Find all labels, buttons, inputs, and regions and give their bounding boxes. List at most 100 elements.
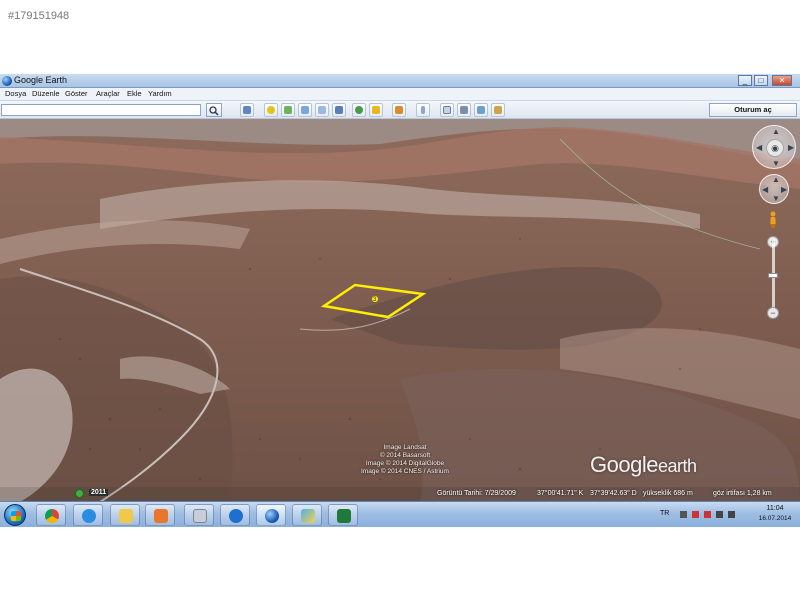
taskbar-google-earth[interactable] xyxy=(256,504,286,526)
look-control[interactable]: ◉ ▲ ◀ ▶ ▼ xyxy=(752,125,796,169)
google-earth-window: Google Earth _ □ ✕ Dosya Düzenle Göster … xyxy=(0,74,800,527)
longitude: 37°39'42.63" D xyxy=(590,490,637,497)
look-down-icon[interactable]: ▼ xyxy=(772,159,780,168)
look-right-icon[interactable]: ▶ xyxy=(788,143,794,152)
menu-help[interactable]: Yardım xyxy=(148,89,172,98)
search-button[interactable] xyxy=(206,103,222,117)
eye-icon: ◉ xyxy=(766,139,784,157)
image-overlay-icon xyxy=(318,106,326,114)
credit-digitalglobe: Image © 2014 DigitalGlobe xyxy=(365,460,445,467)
taskbar-teamviewer[interactable] xyxy=(220,504,250,526)
planets-button[interactable] xyxy=(392,103,406,117)
move-left-icon[interactable]: ◀ xyxy=(762,185,768,194)
polygon-icon xyxy=(284,106,292,114)
internet-explorer-icon xyxy=(82,509,96,523)
menu-edit[interactable]: Düzenle xyxy=(32,89,60,98)
clock-time[interactable]: 11:04 xyxy=(755,505,795,512)
credit-basarsoft: © 2014 Basarsoft xyxy=(379,452,431,459)
email-button[interactable] xyxy=(440,103,454,117)
taskbar-calculator[interactable] xyxy=(184,504,214,526)
volume-icon[interactable] xyxy=(728,511,735,518)
title-bar[interactable]: Google Earth _ □ ✕ xyxy=(0,74,800,88)
maximize-button[interactable]: □ xyxy=(754,75,768,86)
language-indicator[interactable]: TR xyxy=(660,510,669,517)
media-player-icon xyxy=(154,509,168,523)
show-hidden-icons-icon[interactable] xyxy=(680,511,687,518)
historical-imagery-icon xyxy=(355,106,363,114)
record-tour-icon xyxy=(335,106,343,114)
folder-icon xyxy=(119,509,133,523)
start-button[interactable] xyxy=(4,504,26,526)
placemark-button[interactable] xyxy=(264,103,278,117)
menu-tools[interactable]: Araçlar xyxy=(96,89,120,98)
menu-view[interactable]: Göster xyxy=(65,89,88,98)
google-maps-icon xyxy=(494,106,502,114)
email-icon xyxy=(443,106,451,114)
google-earth-app-icon xyxy=(2,76,12,86)
imagery-date: Görüntü Tarihi: 7/29/2009 xyxy=(437,490,516,497)
pegman-icon[interactable] xyxy=(768,211,778,229)
status-bar: 2011 Görüntü Tarihi: 7/29/2009 37°00'41.… xyxy=(0,487,800,502)
zoom-slider-thumb[interactable] xyxy=(768,273,778,278)
clock-date[interactable]: 16.07.2014 xyxy=(752,515,798,522)
taskbar-internet-explorer[interactable] xyxy=(73,504,103,526)
placemark-icon xyxy=(267,106,275,114)
taskbar-file-explorer[interactable] xyxy=(110,504,140,526)
move-control[interactable]: ▲ ◀ ▶ ▼ xyxy=(759,174,789,204)
teamviewer-icon xyxy=(229,509,243,523)
sun-button[interactable] xyxy=(369,103,383,117)
north-arrow-icon[interactable]: ▲ xyxy=(772,127,780,136)
action-center-flag-icon[interactable] xyxy=(692,511,699,518)
zoom-out-button[interactable]: − xyxy=(767,307,779,319)
sign-in-button[interactable]: Oturum aç xyxy=(709,103,797,117)
planets-icon xyxy=(395,106,403,114)
ruler-icon xyxy=(421,106,425,114)
imagery-year[interactable]: 2011 xyxy=(89,489,109,496)
record-tour-button[interactable] xyxy=(332,103,346,117)
print-icon xyxy=(460,106,468,114)
sun-icon xyxy=(372,106,380,114)
power-icon[interactable] xyxy=(716,511,723,518)
credit-cnes: Image © 2014 CNES / Astrium xyxy=(361,468,449,475)
move-right-icon[interactable]: ▶ xyxy=(781,185,787,194)
eye-altitude: göz irtifası 1,28 km xyxy=(713,490,772,497)
historical-imagery-button[interactable] xyxy=(352,103,366,117)
taskbar-chrome[interactable] xyxy=(36,504,66,526)
network-icon[interactable] xyxy=(704,511,711,518)
look-left-icon[interactable]: ◀ xyxy=(756,143,762,152)
elevation: yükseklik 686 m xyxy=(643,490,693,497)
close-button[interactable]: ✕ xyxy=(772,75,792,86)
print-button[interactable] xyxy=(457,103,471,117)
search-input[interactable] xyxy=(1,104,201,116)
latitude: 37°00'41.71" K xyxy=(537,490,584,497)
minimize-button[interactable]: _ xyxy=(738,75,752,86)
path-icon xyxy=(301,106,309,114)
menu-add[interactable]: Ekle xyxy=(127,89,142,98)
image-overlay-button[interactable] xyxy=(315,103,329,117)
view-in-maps-button[interactable] xyxy=(491,103,505,117)
earth-3d-view[interactable]: 3 ◉ ▲ ◀ ▶ ▼ ▲ ◀ ▶ ▼ + − Image Landsat © … xyxy=(0,119,800,502)
path-button[interactable] xyxy=(298,103,312,117)
ruler-button[interactable] xyxy=(416,103,430,117)
save-image-button[interactable] xyxy=(474,103,488,117)
sidebar-button[interactable] xyxy=(240,103,254,117)
toolbar: Oturum aç xyxy=(0,101,800,119)
move-down-icon[interactable]: ▼ xyxy=(772,194,780,203)
credit-landsat: Image Landsat xyxy=(383,444,427,451)
watermark-main: Google xyxy=(590,452,658,477)
taskbar-media-player[interactable] xyxy=(145,504,175,526)
taskbar-paint[interactable] xyxy=(292,504,322,526)
menu-file[interactable]: Dosya xyxy=(5,89,26,98)
windows-logo-icon xyxy=(11,511,21,521)
google-earth-icon xyxy=(265,509,279,523)
taskbar: TR 11:04 16.07.2014 xyxy=(0,501,800,527)
search-icon xyxy=(209,106,219,116)
historical-imagery-clock-icon[interactable] xyxy=(75,489,84,498)
chrome-icon xyxy=(45,509,59,523)
excel-icon xyxy=(337,509,351,523)
taskbar-excel[interactable] xyxy=(328,504,358,526)
move-up-icon[interactable]: ▲ xyxy=(772,175,780,184)
save-image-icon xyxy=(477,106,485,114)
listing-id: #179151948 xyxy=(8,10,70,22)
polygon-button[interactable] xyxy=(281,103,295,117)
